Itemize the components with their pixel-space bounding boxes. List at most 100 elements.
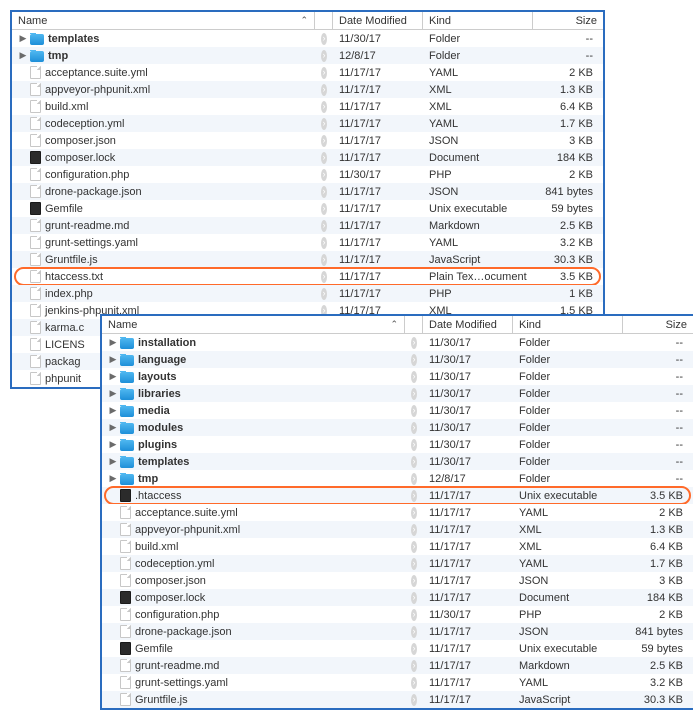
row-nav-arrow[interactable]: › [405, 660, 423, 672]
file-row[interactable]: ▶configuration.php›11/30/17PHP2 KB [12, 166, 603, 183]
disclosure-triangle-icon[interactable]: ▶ [108, 371, 118, 382]
row-nav-arrow[interactable]: › [405, 507, 423, 519]
file-row[interactable]: ▶installation›11/30/17Folder-- [102, 334, 693, 351]
file-row[interactable]: ▶.htaccess›11/17/17Unix executable3.5 KB [102, 487, 693, 504]
file-row[interactable]: ▶htaccess.txt›11/17/17Plain Tex…ocument3… [12, 268, 603, 285]
column-header-size[interactable]: Size [533, 12, 603, 29]
disclosure-triangle-icon[interactable]: ▶ [18, 33, 28, 44]
file-row[interactable]: ▶appveyor-phpunit.xml›11/17/17XML1.3 KB [102, 521, 693, 538]
row-nav-arrow[interactable]: › [405, 643, 423, 655]
file-row[interactable]: ▶Gemfile›11/17/17Unix executable59 bytes [12, 200, 603, 217]
file-row[interactable]: ▶composer.lock›11/17/17Document184 KB [12, 149, 603, 166]
file-row[interactable]: ▶grunt-readme.md›11/17/17Markdown2.5 KB [102, 657, 693, 674]
file-row[interactable]: ▶grunt-settings.yaml›11/17/17YAML3.2 KB [102, 674, 693, 691]
column-header-name[interactable]: Name ⌃ [12, 12, 315, 29]
column-header-kind[interactable]: Kind [423, 12, 533, 29]
row-nav-arrow[interactable]: › [315, 135, 333, 147]
row-nav-arrow[interactable]: › [315, 84, 333, 96]
row-nav-arrow[interactable]: › [405, 524, 423, 536]
row-nav-arrow[interactable]: › [315, 169, 333, 181]
file-row[interactable]: ▶build.xml›11/17/17XML6.4 KB [102, 538, 693, 555]
row-nav-arrow[interactable]: › [405, 405, 423, 417]
disclosure-triangle-icon[interactable]: ▶ [108, 422, 118, 433]
file-row[interactable]: ▶composer.json›11/17/17JSON3 KB [12, 132, 603, 149]
file-row[interactable]: ▶tmp›12/8/17Folder-- [12, 47, 603, 64]
row-nav-arrow[interactable]: › [405, 626, 423, 638]
row-nav-arrow[interactable]: › [405, 541, 423, 553]
file-row[interactable]: ▶appveyor-phpunit.xml›11/17/17XML1.3 KB [12, 81, 603, 98]
file-row[interactable]: ▶acceptance.suite.yml›11/17/17YAML2 KB [12, 64, 603, 81]
file-row[interactable]: ▶language›11/30/17Folder-- [102, 351, 693, 368]
row-nav-arrow[interactable]: › [315, 101, 333, 113]
row-nav-arrow[interactable]: › [315, 67, 333, 79]
file-row[interactable]: ▶Gemfile›11/17/17Unix executable59 bytes [102, 640, 693, 657]
row-nav-arrow[interactable]: › [315, 118, 333, 130]
row-nav-arrow[interactable]: › [315, 254, 333, 266]
column-header-date[interactable]: Date Modified [423, 316, 513, 333]
file-row[interactable]: ▶composer.lock›11/17/17Document184 KB [102, 589, 693, 606]
disclosure-triangle-icon[interactable]: ▶ [108, 473, 118, 484]
file-row[interactable]: ▶drone-package.json›11/17/17JSON841 byte… [12, 183, 603, 200]
file-row[interactable]: ▶plugins›11/30/17Folder-- [102, 436, 693, 453]
disclosure-triangle-icon[interactable]: ▶ [18, 50, 28, 61]
row-nav-arrow[interactable]: › [405, 388, 423, 400]
row-nav-arrow[interactable]: › [405, 422, 423, 434]
disclosure-triangle-icon[interactable]: ▶ [108, 439, 118, 450]
row-nav-arrow[interactable]: › [315, 237, 333, 249]
column-header-kind[interactable]: Kind [513, 316, 623, 333]
row-nav-arrow[interactable]: › [315, 203, 333, 215]
file-row[interactable]: ▶layouts›11/30/17Folder-- [102, 368, 693, 385]
file-row[interactable]: ▶tmp›12/8/17Folder-- [102, 470, 693, 487]
file-row[interactable]: ▶media›11/30/17Folder-- [102, 402, 693, 419]
column-header-name[interactable]: Name ⌃ [102, 316, 405, 333]
file-row[interactable]: ▶modules›11/30/17Folder-- [102, 419, 693, 436]
file-row[interactable]: ▶drone-package.json›11/17/17JSON841 byte… [102, 623, 693, 640]
row-nav-arrow[interactable]: › [405, 609, 423, 621]
row-nav-arrow[interactable]: › [405, 677, 423, 689]
file-rows-bottom: ▶installation›11/30/17Folder--▶language›… [102, 334, 693, 708]
row-nav-arrow[interactable]: › [315, 50, 333, 62]
disclosure-triangle-icon[interactable]: ▶ [108, 354, 118, 365]
column-header-date[interactable]: Date Modified [333, 12, 423, 29]
file-row[interactable]: ▶templates›11/30/17Folder-- [102, 453, 693, 470]
file-row[interactable]: ▶build.xml›11/17/17XML6.4 KB [12, 98, 603, 115]
row-nav-arrow[interactable]: › [315, 220, 333, 232]
file-row[interactable]: ▶templates›11/30/17Folder-- [12, 30, 603, 47]
file-row[interactable]: ▶grunt-readme.md›11/17/17Markdown2.5 KB [12, 217, 603, 234]
file-kind-cell: JSON [423, 135, 533, 147]
disclosure-triangle-icon[interactable]: ▶ [108, 337, 118, 348]
row-nav-arrow[interactable]: › [405, 558, 423, 570]
row-nav-arrow[interactable]: › [405, 337, 423, 349]
file-row[interactable]: ▶composer.json›11/17/17JSON3 KB [102, 572, 693, 589]
row-nav-arrow[interactable]: › [315, 271, 333, 283]
disclosure-triangle-icon[interactable]: ▶ [108, 405, 118, 416]
row-nav-arrow[interactable]: › [405, 490, 423, 502]
row-nav-arrow[interactable]: › [405, 473, 423, 485]
file-row[interactable]: ▶grunt-settings.yaml›11/17/17YAML3.2 KB [12, 234, 603, 251]
column-header-size[interactable]: Size [623, 316, 693, 333]
row-nav-arrow[interactable]: › [405, 592, 423, 604]
row-nav-arrow[interactable]: › [405, 575, 423, 587]
file-row[interactable]: ▶Gruntfile.js›11/17/17JavaScript30.3 KB [102, 691, 693, 708]
row-nav-arrow[interactable]: › [315, 152, 333, 164]
row-nav-arrow[interactable]: › [315, 33, 333, 45]
file-kind-cell: YAML [513, 507, 623, 519]
file-row[interactable]: ▶codeception.yml›11/17/17YAML1.7 KB [12, 115, 603, 132]
arrow-right-icon: › [321, 33, 327, 45]
disclosure-triangle-icon[interactable]: ▶ [108, 388, 118, 399]
row-nav-arrow[interactable]: › [405, 439, 423, 451]
file-row[interactable]: ▶Gruntfile.js›11/17/17JavaScript30.3 KB [12, 251, 603, 268]
file-row[interactable]: ▶codeception.yml›11/17/17YAML1.7 KB [102, 555, 693, 572]
file-row[interactable]: ▶configuration.php›11/30/17PHP2 KB [102, 606, 693, 623]
file-size-cell: -- [623, 405, 693, 417]
row-nav-arrow[interactable]: › [405, 354, 423, 366]
disclosure-triangle-icon[interactable]: ▶ [108, 456, 118, 467]
row-nav-arrow[interactable]: › [405, 371, 423, 383]
row-nav-arrow[interactable]: › [405, 694, 423, 706]
file-row[interactable]: ▶acceptance.suite.yml›11/17/17YAML2 KB [102, 504, 693, 521]
row-nav-arrow[interactable]: › [315, 186, 333, 198]
row-nav-arrow[interactable]: › [315, 288, 333, 300]
row-nav-arrow[interactable]: › [405, 456, 423, 468]
file-row[interactable]: ▶index.php›11/17/17PHP1 KB [12, 285, 603, 302]
file-row[interactable]: ▶libraries›11/30/17Folder-- [102, 385, 693, 402]
